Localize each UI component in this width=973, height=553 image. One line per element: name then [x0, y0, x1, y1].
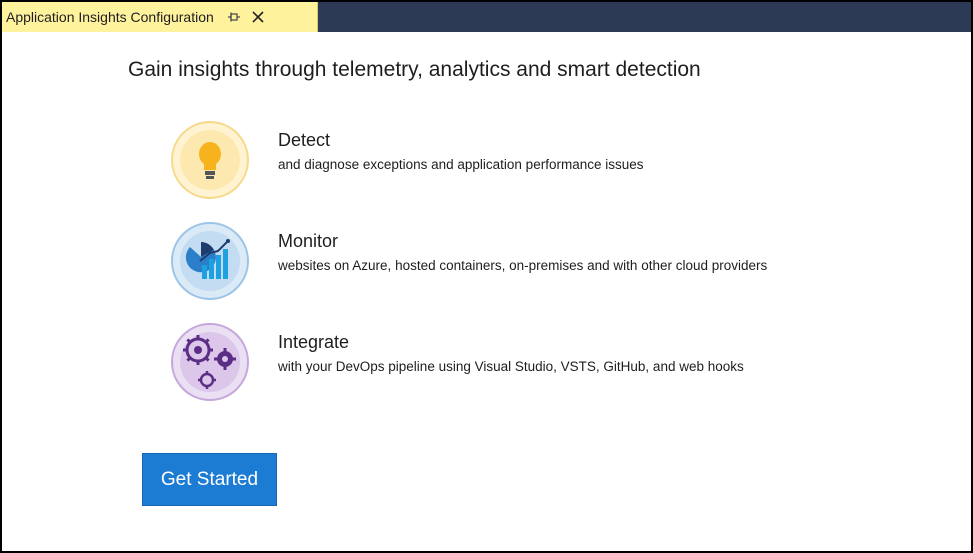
- feature-title: Integrate: [278, 332, 350, 352]
- pin-icon[interactable]: [227, 10, 241, 24]
- content-area: Gain insights through telemetry, analyti…: [2, 32, 971, 551]
- tab-application-insights-configuration[interactable]: Application Insights Configuration: [2, 2, 318, 32]
- gears-icon: [170, 322, 250, 402]
- tab-label: Application Insights Configuration: [6, 9, 214, 25]
- feature-detect: Detect and diagnose exceptions and appli…: [170, 120, 890, 200]
- chart-icon: [170, 221, 250, 301]
- feature-monitor: Monitor websites on Azure, hosted contai…: [170, 221, 890, 301]
- feature-title: Detect: [278, 130, 331, 150]
- close-icon[interactable]: [251, 10, 265, 24]
- feature-description: with your DevOps pipeline using Visual S…: [278, 359, 744, 374]
- feature-integrate: Integrate with your DevOps pipeline usin…: [170, 322, 890, 402]
- document-tab-bar: Application Insights Configuration: [2, 0, 971, 32]
- page-title: Gain insights through telemetry, analyti…: [128, 58, 701, 81]
- feature-title: Monitor: [278, 231, 339, 251]
- get-started-button[interactable]: Get Started: [142, 453, 277, 506]
- feature-description: websites on Azure, hosted containers, on…: [278, 258, 768, 273]
- feature-description: and diagnose exceptions and application …: [278, 157, 644, 172]
- lightbulb-icon: [170, 120, 250, 200]
- app-insights-config-window: Application Insights Configuration Gain …: [0, 0, 973, 553]
